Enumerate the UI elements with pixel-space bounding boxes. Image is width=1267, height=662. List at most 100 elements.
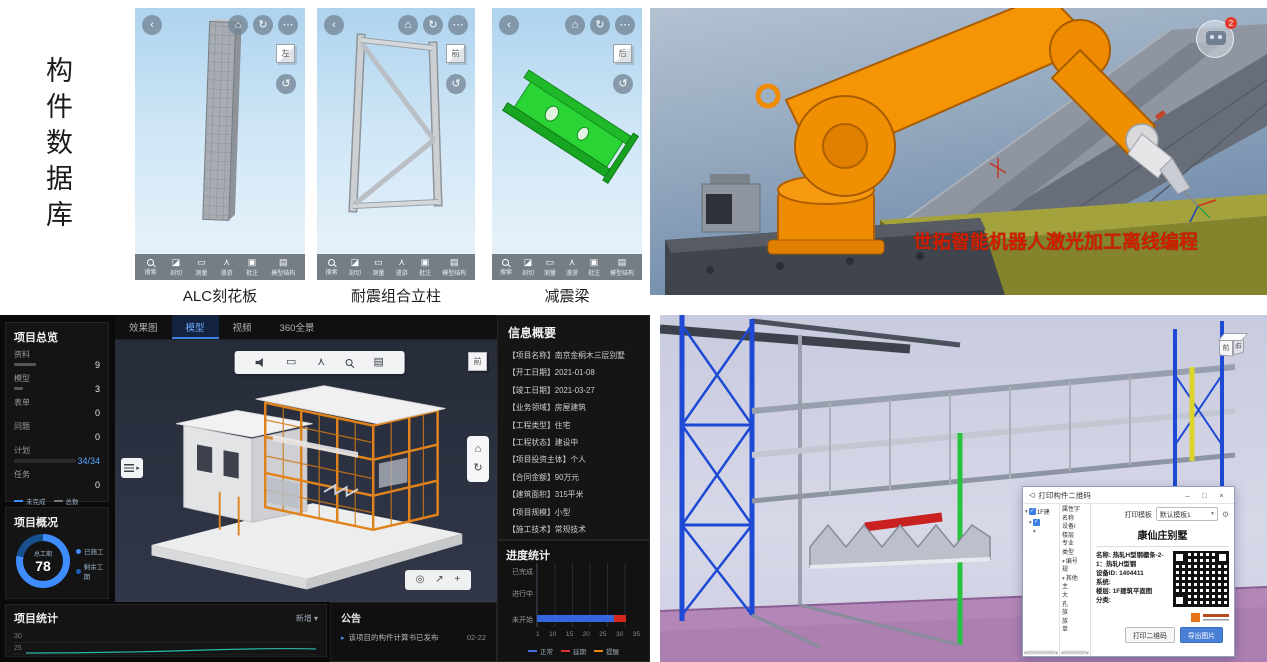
add-new-button[interactable]: 新增 ▾ xyxy=(296,613,318,624)
orbit-button[interactable]: ↺ xyxy=(446,74,466,94)
more-button[interactable]: ⋯ xyxy=(448,15,468,35)
orbit-button[interactable]: ↺ xyxy=(276,74,296,94)
toolbar-measure[interactable]: ▭测量 xyxy=(195,258,207,277)
caret-down-icon: ▾ xyxy=(1029,520,1032,526)
orbit-button[interactable]: ↺ xyxy=(613,74,633,94)
search-icon xyxy=(147,259,154,266)
toolbar-annotate[interactable]: ▣批注 xyxy=(419,258,431,277)
tab-renderings[interactable]: 效果图 xyxy=(115,315,172,339)
horizontal-scrollbar[interactable]: ◂▸ xyxy=(1061,650,1089,655)
vr-view-icon[interactable]: ◎ xyxy=(416,575,425,585)
field-item[interactable]: 设备I xyxy=(1062,523,1088,532)
view-cube[interactable]: 前 xyxy=(468,352,487,371)
move-icon[interactable]: + xyxy=(454,575,460,585)
info-item: 【工程类型】住宅 xyxy=(508,417,639,434)
view-cube[interactable]: 后 xyxy=(613,44,632,63)
stat-row: 资料 9 xyxy=(14,349,100,369)
field-item[interactable]: 名称 xyxy=(1062,515,1088,524)
structure-icon: ▤ xyxy=(618,258,627,267)
field-item[interactable]: 单 xyxy=(1062,626,1088,635)
tree-item[interactable]: ▾ ✓ xyxy=(1029,519,1057,526)
field-item[interactable]: 孔 xyxy=(1062,601,1088,610)
toolbar-roam[interactable]: ⋏漫游 xyxy=(566,258,578,277)
toolbar-roam[interactable]: ⋏漫游 xyxy=(221,258,233,277)
field-item[interactable]: ▾其他 xyxy=(1062,575,1088,584)
tree-item[interactable]: ▾ xyxy=(1033,529,1057,535)
speaker-icon[interactable] xyxy=(255,358,265,367)
back-button[interactable]: ‹ xyxy=(142,15,162,35)
field-item[interactable]: 主 xyxy=(1062,583,1088,592)
toolbar-section[interactable]: ◪剖切 xyxy=(349,258,361,277)
toolbar-search[interactable]: 搜索 xyxy=(500,259,512,276)
toolbar-search[interactable]: 搜索 xyxy=(326,259,338,276)
toolbar-measure[interactable]: ▭测量 xyxy=(544,258,556,277)
search-icon[interactable] xyxy=(346,359,353,366)
tree-item[interactable]: ▾ ✓ 1F建 xyxy=(1025,507,1057,516)
close-button[interactable]: × xyxy=(1215,491,1228,500)
toolbar-annotate[interactable]: ▣批注 xyxy=(246,258,258,277)
field-item[interactable]: ▾编号 xyxy=(1062,558,1088,567)
template-select[interactable]: 默认模板1 ▾ xyxy=(1156,507,1218,521)
toolbar-structure[interactable]: ▤模型结构 xyxy=(610,258,634,277)
share-icon[interactable]: ↗ xyxy=(435,575,443,585)
tab-video[interactable]: 视频 xyxy=(219,315,266,339)
field-item[interactable]: 专业 xyxy=(1062,540,1088,549)
toolbar-section[interactable]: ◪剖切 xyxy=(522,258,534,277)
model-viewer[interactable]: ▭ ⋏ ▤ 前 ▸ ⌂ ↻ ◎ ↗ + xyxy=(115,340,497,602)
field-item[interactable]: 族 xyxy=(1062,609,1088,618)
toolbar-structure[interactable]: ▤模型结构 xyxy=(271,258,295,277)
field-item[interactable]: 类型 xyxy=(1062,549,1088,558)
horizontal-scrollbar[interactable]: ◂▸ xyxy=(1024,650,1058,655)
view-cube[interactable]: 左 xyxy=(276,44,295,63)
document-icon[interactable]: ▤ xyxy=(374,357,384,368)
home-button[interactable]: ⌂ xyxy=(565,15,585,35)
back-button[interactable]: ‹ xyxy=(324,15,344,35)
toolbar-roam[interactable]: ⋏漫游 xyxy=(396,258,408,277)
minimize-button[interactable]: – xyxy=(1181,491,1194,500)
checkbox-checked[interactable]: ✓ xyxy=(1033,519,1040,526)
home-view-icon[interactable]: ⌂ xyxy=(475,444,482,455)
section-icon: ◪ xyxy=(172,258,181,267)
refresh-button[interactable]: ↻ xyxy=(590,15,610,35)
annotate-icon: ▣ xyxy=(248,258,257,267)
refresh-button[interactable]: ↻ xyxy=(423,15,443,35)
legend-swatch xyxy=(561,650,570,652)
viewer-side-toolbar: ⌂ ↻ xyxy=(467,436,489,482)
home-button[interactable]: ⌂ xyxy=(228,15,248,35)
toolbar-structure[interactable]: ▤模型结构 xyxy=(442,258,466,277)
view-cube[interactable]: 前 xyxy=(446,44,465,63)
layers-menu-button[interactable]: ▸ xyxy=(121,458,143,478)
toolbar-measure[interactable]: ▭测量 xyxy=(372,258,384,277)
steel-structure-viewer[interactable]: 前 右 ◁ 打印构件二维码 – □ × ▾ ✓ 1F建 ▾ xyxy=(660,315,1267,662)
print-qr-button[interactable]: 打印二维码 xyxy=(1125,627,1175,643)
refresh-button[interactable]: ↻ xyxy=(253,15,273,35)
toolbar-section[interactable]: ◪剖切 xyxy=(170,258,182,277)
tab-model[interactable]: 模型 xyxy=(172,315,219,339)
assistant-robot-icon[interactable]: 2 xyxy=(1196,20,1234,58)
toolbar-annotate[interactable]: ▣批注 xyxy=(588,258,600,277)
dialog-title-bar[interactable]: ◁ 打印构件二维码 – □ × xyxy=(1023,487,1234,504)
export-image-button[interactable]: 导出图片 xyxy=(1180,627,1223,643)
maximize-button[interactable]: □ xyxy=(1198,491,1211,500)
field-item[interactable]: 楼层 xyxy=(1062,532,1088,541)
field-item[interactable]: 属性字 xyxy=(1062,506,1088,515)
toolbar-search[interactable]: 搜索 xyxy=(145,259,157,276)
view-cube[interactable]: 前 右 xyxy=(1219,336,1247,362)
more-button[interactable]: ⋯ xyxy=(615,15,635,35)
gear-icon[interactable]: ⚙ xyxy=(1222,510,1229,519)
info-item: 【项目名称】南京金桐木三层别墅 xyxy=(508,347,639,364)
checkbox-checked[interactable]: ✓ xyxy=(1029,508,1036,515)
back-button[interactable]: ‹ xyxy=(499,15,519,35)
announcement-item[interactable]: ▸ 该项目的构件计算书已发布 02-22 xyxy=(341,632,486,643)
home-button[interactable]: ⌂ xyxy=(398,15,418,35)
field-item[interactable]: 大 xyxy=(1062,592,1088,601)
reset-rotate-icon[interactable]: ↻ xyxy=(473,463,482,474)
component-caption: ALC刻花板 xyxy=(135,285,305,306)
field-item[interactable]: 规 xyxy=(1062,566,1088,575)
legend-dot xyxy=(76,549,81,554)
field-item[interactable]: 族 xyxy=(1062,618,1088,627)
roam-person-icon[interactable]: ⋏ xyxy=(317,357,325,368)
section-box-icon[interactable]: ▭ xyxy=(286,357,296,368)
tab-360-panorama[interactable]: 360全景 xyxy=(266,315,329,339)
more-button[interactable]: ⋯ xyxy=(278,15,298,35)
